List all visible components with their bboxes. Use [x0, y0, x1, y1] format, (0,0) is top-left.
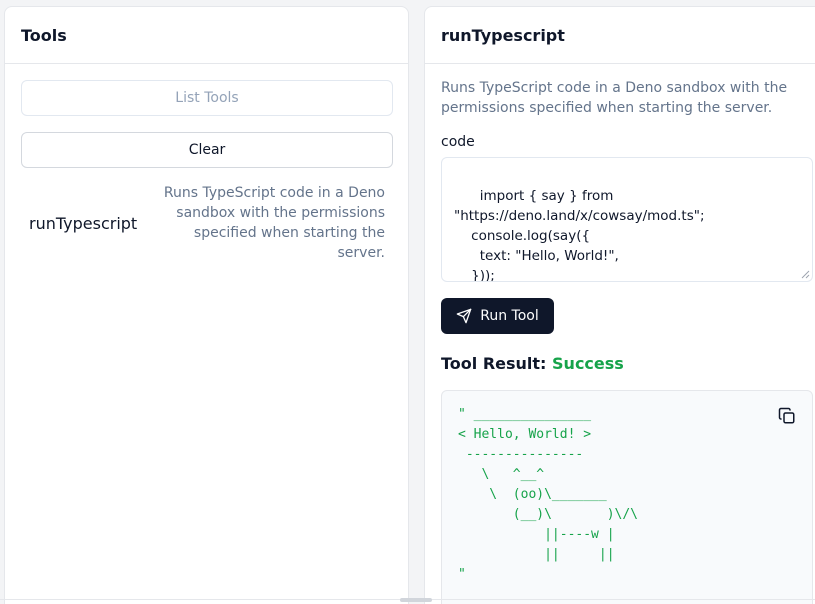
run-tool-button[interactable]: Run Tool: [441, 298, 554, 334]
code-textarea[interactable]: import { say } from "https://deno.land/x…: [441, 157, 813, 282]
tool-description: Runs TypeScript code in a Deno sandbox w…: [163, 185, 385, 261]
list-tools-button[interactable]: List Tools: [21, 80, 393, 116]
tools-panel: Tools List Tools Clear runTypescript Run…: [4, 6, 409, 604]
code-label: code: [441, 134, 475, 150]
tool-result-text: " _______________ < Hello, World! > ----…: [458, 407, 639, 582]
panel-resize-handle[interactable]: [400, 598, 432, 602]
tools-panel-header: Tools: [5, 7, 408, 64]
tool-list-item[interactable]: runTypescript Runs TypeScript code in a …: [21, 185, 393, 261]
tool-detail-content: Runs TypeScript code in a Deno sandbox w…: [441, 78, 815, 604]
tool-name: runTypescript: [29, 213, 138, 233]
tool-detail-title: runTypescript: [441, 25, 565, 45]
resize-handle-icon[interactable]: [800, 269, 810, 279]
tool-detail-panel: runTypescript Runs TypeScript code in a …: [424, 6, 815, 604]
tool-result-output: " _______________ < Hello, World! > ----…: [441, 390, 813, 604]
tool-result-status: Success: [552, 354, 624, 373]
clear-button[interactable]: Clear: [21, 132, 393, 168]
tool-result-label: Tool Result:: [441, 354, 547, 373]
tool-detail-header: runTypescript: [425, 7, 815, 64]
code-value: import { say } from "https://deno.land/x…: [454, 188, 705, 282]
tools-panel-title: Tools: [21, 25, 67, 45]
send-icon: [456, 308, 472, 324]
tool-detail-description: Runs TypeScript code in a Deno sandbox w…: [441, 80, 788, 116]
run-tool-label: Run Tool: [480, 308, 539, 324]
tool-result-heading: Tool Result: Success: [441, 354, 815, 373]
copy-icon[interactable]: [778, 407, 796, 425]
